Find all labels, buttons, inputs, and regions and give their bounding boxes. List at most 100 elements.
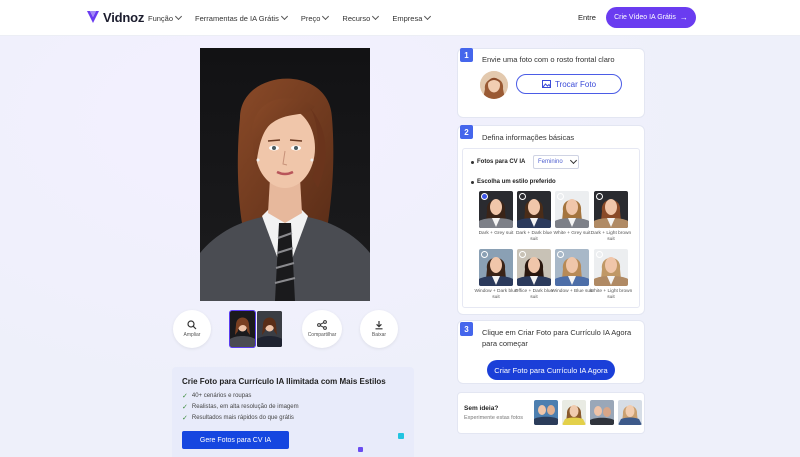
idea-image — [590, 400, 614, 425]
style-option[interactable] — [555, 249, 589, 286]
idea-thumbnail[interactable] — [562, 400, 586, 425]
nav-item-funcao[interactable]: Função — [148, 12, 183, 23]
idea-image — [618, 400, 642, 425]
style-option[interactable] — [517, 191, 551, 228]
change-photo-label: Trocar Foto — [554, 79, 597, 89]
check-icon: ✓ — [182, 393, 188, 400]
change-photo-button[interactable]: Trocar Foto — [516, 74, 622, 94]
step-number: 3 — [460, 322, 473, 336]
bullet-icon — [471, 160, 474, 164]
arrow-right-icon: → — [679, 13, 688, 22]
result-thumbnail[interactable] — [229, 310, 256, 348]
style-option[interactable] — [555, 191, 589, 228]
logo-text: Vidnoz — [103, 9, 145, 25]
style-option-label: White + Grey suit — [553, 231, 591, 236]
style-radio[interactable] — [596, 251, 603, 258]
download-button[interactable]: Baixar — [360, 310, 398, 348]
login-link[interactable]: Entre — [578, 13, 596, 22]
portrait-image — [200, 48, 370, 301]
chevron-down-icon — [174, 12, 183, 21]
nav-item-label: Preço — [300, 13, 321, 23]
style-radio[interactable] — [481, 193, 488, 200]
step-title: Envie uma foto com o rosto frontal claro — [482, 55, 615, 64]
download-icon — [375, 321, 383, 330]
share-button[interactable]: Compartilhar — [302, 310, 342, 348]
zoom-icon — [187, 320, 197, 330]
check-icon: ✓ — [182, 404, 188, 411]
thumbnail-image — [230, 311, 255, 347]
nav-item-label: Função — [148, 13, 174, 23]
share-icon — [317, 320, 327, 330]
gender-select[interactable]: Feminino — [533, 155, 579, 169]
create-video-button[interactable]: Crie Vídeo IA Grátis → — [606, 7, 696, 28]
style-radio[interactable] — [481, 251, 488, 258]
step-3-create: 3 Clique em Criar Foto para Currículo IA… — [457, 320, 645, 384]
create-video-label: Crie Vídeo IA Grátis — [614, 14, 676, 21]
chevron-down-icon — [424, 12, 432, 21]
step-number: 2 — [460, 125, 473, 139]
promo-card: Crie Foto para Currículo IA Ilimitada co… — [172, 367, 414, 457]
zoom-button[interactable]: Ampliar — [173, 310, 211, 348]
promo-feature-text: Resultados mais rápidos do que grátis — [191, 415, 294, 421]
idea-image — [534, 400, 558, 425]
style-label: Escolha um estilo preferido — [471, 179, 556, 185]
style-option-label: White + Light brown suit — [589, 289, 633, 300]
top-nav-bar: Vidnoz Função Ferramentas de IA Grátis P… — [0, 0, 800, 36]
bullet-icon — [471, 180, 474, 184]
nav-item-label: Recurso — [342, 13, 371, 23]
style-option[interactable] — [594, 249, 628, 286]
idea-image — [562, 400, 586, 425]
style-radio[interactable] — [557, 193, 564, 200]
idea-thumbnail[interactable] — [534, 400, 558, 425]
nav-item-empresa[interactable]: Empresa — [392, 12, 432, 23]
nav-item-label: Ferramentas de IA Grátis — [195, 13, 279, 23]
gender-label-text: Fotos para CV IA — [477, 159, 526, 165]
style-option-label: Window + Blue suit — [551, 289, 593, 294]
confetti-decoration — [358, 447, 363, 452]
thumbnail-image — [257, 311, 282, 347]
step-number: 1 — [460, 48, 473, 62]
zoom-label: Ampliar — [183, 332, 201, 338]
gender-label: Fotos para CV IA — [471, 159, 525, 165]
idea-thumbnail[interactable] — [618, 400, 642, 425]
style-radio[interactable] — [557, 251, 564, 258]
style-option[interactable] — [594, 191, 628, 228]
gender-select-value: Feminino — [538, 159, 563, 165]
uploaded-face-avatar — [480, 71, 508, 99]
create-photo-button[interactable]: Criar Foto para Currículo IA Agora — [487, 360, 615, 380]
style-radio[interactable] — [519, 251, 526, 258]
step-instructions-line: para começar — [482, 339, 528, 348]
chevron-down-icon — [569, 156, 577, 165]
nav-item-label: Empresa — [392, 13, 423, 23]
style-option[interactable] — [479, 249, 513, 286]
promo-feature: ✓ Resultados mais rápidos do que grátis — [182, 414, 404, 422]
logo[interactable]: Vidnoz — [86, 9, 144, 25]
main-nav: Função Ferramentas de IA Grátis Preço Re… — [148, 0, 444, 36]
image-icon — [541, 80, 551, 88]
step-instructions: Clique em Criar Foto para Currículo IA A… — [482, 327, 631, 349]
chevron-down-icon — [280, 12, 288, 21]
result-photo-preview — [200, 48, 370, 301]
step-instructions-line: Clique em Criar Foto para Currículo IA A… — [482, 328, 632, 337]
style-radio[interactable] — [596, 193, 603, 200]
style-label-text: Escolha um estilo preferido — [477, 179, 556, 185]
promo-feature-text: Realistas, em alta resolução de imagem — [191, 404, 299, 410]
generate-photos-button[interactable]: Gere Fotos para CV IA — [182, 431, 289, 449]
promo-title: Crie Foto para Currículo IA Ilimitada co… — [182, 377, 386, 386]
nav-item-ferramentas[interactable]: Ferramentas de IA Grátis — [195, 12, 288, 23]
promo-feature: ✓ 40+ cenários e roupas — [182, 392, 404, 400]
style-radio[interactable] — [519, 193, 526, 200]
result-thumbnails — [229, 310, 282, 348]
nav-item-recurso[interactable]: Recurso — [342, 12, 380, 23]
result-thumbnail[interactable] — [257, 311, 282, 347]
chevron-down-icon — [372, 12, 380, 21]
style-option-label: Dark + Light brown suit — [590, 231, 632, 242]
style-option[interactable] — [479, 191, 513, 228]
step-title: Defina informações básicas — [482, 133, 575, 142]
idea-thumbnail[interactable] — [590, 400, 614, 425]
style-option[interactable] — [517, 249, 551, 286]
preview-toolbar: Ampliar Compartilhar Baixar — [170, 310, 410, 350]
ideas-card: Sem ideia? Experimente estas fotos — [457, 392, 645, 434]
nav-item-preco[interactable]: Preço — [300, 12, 330, 23]
vidnoz-logo-icon — [87, 11, 99, 23]
